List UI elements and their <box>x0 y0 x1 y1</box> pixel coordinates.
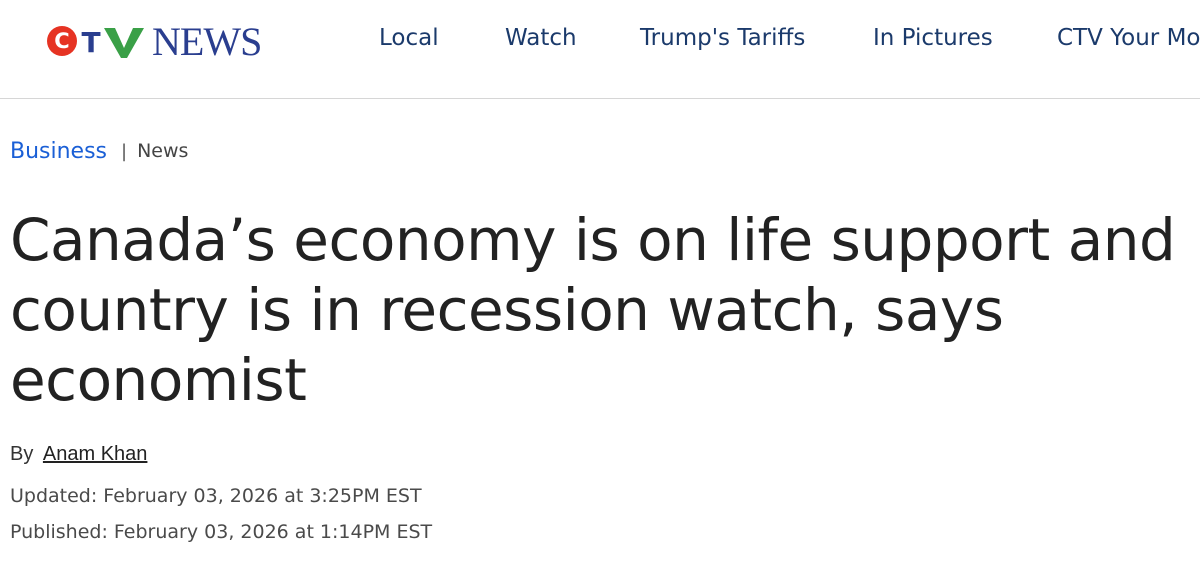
nav-item-trumps-tariffs[interactable]: Trump's Tariffs <box>640 22 805 54</box>
ctv-logo-icon: C T <box>47 26 144 59</box>
updated-timestamp: Updated: February 03, 2026 at 3:25PM EST <box>10 485 422 507</box>
nav-item-local[interactable]: Local <box>379 22 439 54</box>
svg-text:T: T <box>81 26 100 59</box>
published-timestamp: Published: February 03, 2026 at 1:14PM E… <box>10 521 433 543</box>
author-link[interactable]: Anam Khan <box>43 443 148 465</box>
breadcrumb-subsection-news[interactable]: News <box>137 140 188 162</box>
article-headline: Canada’s economy is on life support and … <box>10 206 1176 414</box>
breadcrumb-section-business[interactable]: Business <box>10 139 107 164</box>
breadcrumb: Business | News <box>10 136 188 166</box>
byline-prefix: By <box>10 443 34 465</box>
logo-wordmark: NEWS <box>152 19 262 64</box>
nav-item-in-pictures[interactable]: In Pictures <box>873 22 993 54</box>
svg-text:C: C <box>54 29 69 53</box>
breadcrumb-separator: | <box>121 140 128 162</box>
ctv-news-logo[interactable]: C T NEWS <box>46 19 262 64</box>
nav-item-ctv-your-morning[interactable]: CTV Your Morning <box>1057 22 1200 54</box>
byline: By Anam Khan <box>10 441 147 467</box>
site-header: C T NEWS Local Watch Trump's Tariffs In … <box>0 0 1200 99</box>
nav-item-watch[interactable]: Watch <box>505 22 577 54</box>
